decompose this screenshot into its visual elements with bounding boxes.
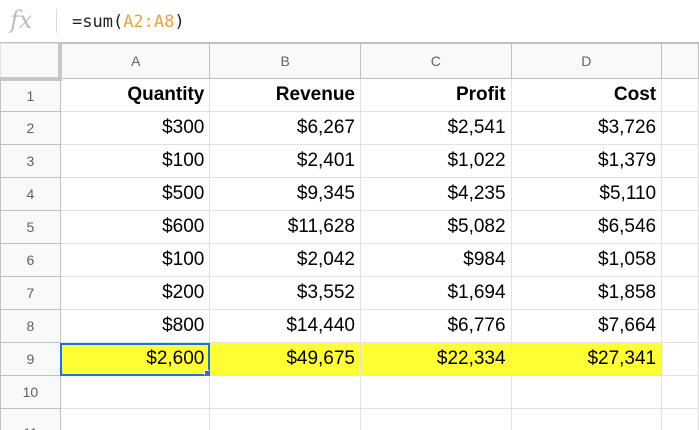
cell-d6[interactable]: $1,058 xyxy=(510,243,663,277)
row-header-1[interactable]: 1 xyxy=(0,78,61,112)
row-header-11[interactable]: 11 xyxy=(0,408,61,430)
cell-e9[interactable] xyxy=(661,342,699,376)
formula-bar-divider xyxy=(56,9,57,33)
cell-a7[interactable]: $200 xyxy=(59,276,211,310)
table-row: 7 $200 $3,552 $1,694 $1,858 xyxy=(0,276,699,310)
cell-a2[interactable]: $300 xyxy=(59,111,211,145)
spreadsheet-app: fx =sum(A2:A8) A B C D 1 Quantity Revenu… xyxy=(0,0,699,430)
cell-e2[interactable] xyxy=(661,111,699,145)
cell-e4[interactable] xyxy=(661,177,699,211)
cell-c10[interactable] xyxy=(360,375,512,409)
cell-b2[interactable]: $6,267 xyxy=(209,111,361,145)
cell-a10[interactable] xyxy=(59,375,211,409)
cell-d1[interactable]: Cost xyxy=(510,78,663,112)
cell-d4[interactable]: $5,110 xyxy=(510,177,663,211)
cell-b9[interactable]: $49,675 xyxy=(209,342,361,376)
table-row: 5 $600 $11,628 $5,082 $6,546 xyxy=(0,210,699,244)
column-header-a[interactable]: A xyxy=(59,43,211,79)
cell-a11[interactable] xyxy=(59,408,211,430)
table-row: 11 xyxy=(0,408,699,430)
cell-a5[interactable]: $600 xyxy=(59,210,211,244)
formula-prefix: =sum( xyxy=(72,12,124,32)
cell-b4[interactable]: $9,345 xyxy=(209,177,361,211)
formula-range-reference: A2:A8 xyxy=(123,12,175,32)
cell-d5[interactable]: $6,546 xyxy=(510,210,663,244)
cell-b3[interactable]: $2,401 xyxy=(209,144,361,178)
cell-d9[interactable]: $27,341 xyxy=(510,342,663,376)
totals-row: 9 $2,600 $49,675 $22,334 $27,341 xyxy=(0,342,699,376)
cell-a6[interactable]: $100 xyxy=(59,243,211,277)
cell-a8[interactable]: $800 xyxy=(59,309,211,343)
column-header-b[interactable]: B xyxy=(209,43,361,79)
row-header-9[interactable]: 9 xyxy=(0,342,61,376)
row-header-10[interactable]: 10 xyxy=(0,375,61,409)
cell-c9[interactable]: $22,334 xyxy=(360,342,512,376)
cell-b5[interactable]: $11,628 xyxy=(209,210,361,244)
formula-input[interactable]: =sum(A2:A8) xyxy=(72,10,185,34)
table-row: 2 $300 $6,267 $2,541 $3,726 xyxy=(0,111,699,145)
cell-a3[interactable]: $100 xyxy=(59,144,211,178)
table-row: 10 xyxy=(0,375,699,409)
cell-c1[interactable]: Profit xyxy=(360,78,512,112)
column-header-c[interactable]: C xyxy=(360,43,512,79)
cell-d11[interactable] xyxy=(510,408,663,430)
cell-b11[interactable] xyxy=(209,408,361,430)
table-row: 1 Quantity Revenue Profit Cost xyxy=(0,78,699,112)
cell-e3[interactable] xyxy=(661,144,699,178)
cell-a9-selected[interactable]: $2,600 xyxy=(59,342,211,376)
cell-e6[interactable] xyxy=(661,243,699,277)
row-header-6[interactable]: 6 xyxy=(0,243,61,277)
cell-e7[interactable] xyxy=(661,276,699,310)
table-row: 4 $500 $9,345 $4,235 $5,110 xyxy=(0,177,699,211)
cell-c7[interactable]: $1,694 xyxy=(360,276,512,310)
cell-a1[interactable]: Quantity xyxy=(59,78,211,112)
cell-b8[interactable]: $14,440 xyxy=(209,309,361,343)
cell-b1[interactable]: Revenue xyxy=(209,78,361,112)
cell-e11[interactable] xyxy=(661,408,699,430)
formula-bar: fx =sum(A2:A8) xyxy=(0,0,699,43)
table-row: 3 $100 $2,401 $1,022 $1,379 xyxy=(0,144,699,178)
cell-e5[interactable] xyxy=(661,210,699,244)
cell-a4[interactable]: $500 xyxy=(59,177,211,211)
select-all-corner[interactable] xyxy=(0,43,63,81)
cell-b6[interactable]: $2,042 xyxy=(209,243,361,277)
row-header-3[interactable]: 3 xyxy=(0,144,61,178)
column-header-d[interactable]: D xyxy=(510,43,663,79)
cell-e1[interactable] xyxy=(661,78,699,112)
column-header-e[interactable] xyxy=(661,43,699,79)
cell-c3[interactable]: $1,022 xyxy=(360,144,512,178)
row-header-7[interactable]: 7 xyxy=(0,276,61,310)
row-header-4[interactable]: 4 xyxy=(0,177,61,211)
cell-c11[interactable] xyxy=(360,408,512,430)
row-header-2[interactable]: 2 xyxy=(0,111,61,145)
cell-b10[interactable] xyxy=(209,375,361,409)
formula-suffix: ) xyxy=(174,12,185,32)
cell-e8[interactable] xyxy=(661,309,699,343)
cell-e10[interactable] xyxy=(661,375,699,409)
row-header-8[interactable]: 8 xyxy=(0,309,61,343)
cell-b7[interactable]: $3,552 xyxy=(209,276,361,310)
cell-c2[interactable]: $2,541 xyxy=(360,111,512,145)
cell-d3[interactable]: $1,379 xyxy=(510,144,663,178)
cell-c8[interactable]: $6,776 xyxy=(360,309,512,343)
row-header-5[interactable]: 5 xyxy=(0,210,61,244)
column-header-row: A B C D xyxy=(0,43,699,81)
cell-c5[interactable]: $5,082 xyxy=(360,210,512,244)
cell-c4[interactable]: $4,235 xyxy=(360,177,512,211)
cell-c6[interactable]: $984 xyxy=(360,243,512,277)
fill-handle[interactable] xyxy=(204,370,209,375)
table-row: 6 $100 $2,042 $984 $1,058 xyxy=(0,243,699,277)
cell-d10[interactable] xyxy=(510,375,663,409)
sheet-grid: A B C D 1 Quantity Revenue Profit Cost 2… xyxy=(0,43,699,430)
cell-d8[interactable]: $7,664 xyxy=(510,309,663,343)
table-row: 8 $800 $14,440 $6,776 $7,664 xyxy=(0,309,699,343)
cell-d2[interactable]: $3,726 xyxy=(510,111,663,145)
cell-a9-value: $2,600 xyxy=(146,348,205,369)
fx-icon: fx xyxy=(10,6,33,34)
cell-d7[interactable]: $1,858 xyxy=(510,276,663,310)
